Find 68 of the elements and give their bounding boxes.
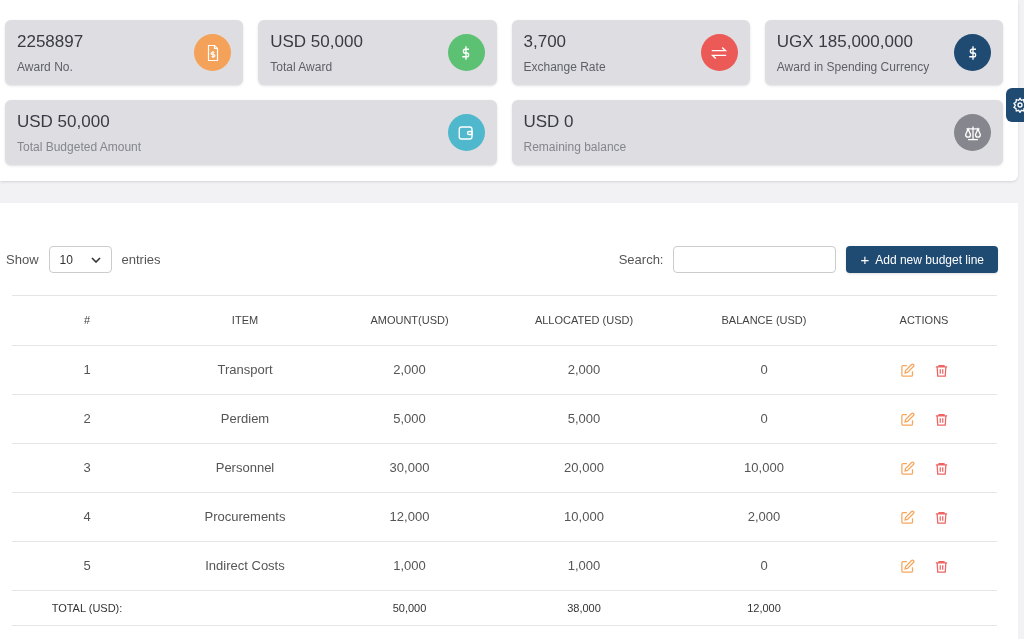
table-cell: 1 <box>12 345 162 395</box>
card-label: Total Budgeted Amount <box>17 138 142 156</box>
table-cell: 2 <box>12 394 162 444</box>
table-cell: Transport <box>162 345 328 395</box>
card-label: Award in Spending Currency <box>776 58 930 76</box>
card-value: USD 50,000 <box>17 111 111 134</box>
settings-tab[interactable] <box>1006 88 1024 122</box>
settings-icon <box>1012 97 1024 113</box>
column-header: AMOUNT(USD) <box>328 295 491 346</box>
card-label: Total Award <box>270 58 334 76</box>
total-cell: 12,000 <box>677 590 851 626</box>
search-field[interactable] <box>673 246 837 273</box>
table-cell: 2,000 <box>677 492 851 542</box>
entries-select[interactable]: 10 <box>48 246 112 273</box>
table-cell: 30,000 <box>328 443 491 493</box>
card-value: USD 50,000 <box>270 31 363 54</box>
delete-icon[interactable] <box>933 411 949 427</box>
column-header: ITEM <box>162 295 328 346</box>
table-cell: 3 <box>12 443 162 493</box>
table-cell: Personnel <box>162 443 328 493</box>
table-cell: 0 <box>677 394 851 444</box>
card-label: Exchange Rate <box>523 58 606 76</box>
table-cell: 1,000 <box>491 541 677 591</box>
table-cell: 12,000 <box>328 492 491 542</box>
delete-icon[interactable] <box>933 509 949 525</box>
entries-label: entries <box>121 250 161 269</box>
column-header: # <box>12 295 162 346</box>
edit-icon[interactable] <box>899 558 915 574</box>
total-cell: 38,000 <box>491 590 677 626</box>
delete-icon[interactable] <box>933 558 949 574</box>
total-cell: TOTAL (USD): <box>12 590 162 626</box>
column-header: ACTIONS <box>851 295 997 346</box>
edit-icon[interactable] <box>899 362 915 378</box>
search-label: Search: <box>618 250 664 269</box>
edit-icon[interactable] <box>899 460 915 476</box>
table-cell: 10,000 <box>677 443 851 493</box>
table-cell: Procurements <box>162 492 328 542</box>
balance-scale-icon <box>962 123 983 142</box>
table-cell: 2,000 <box>328 345 491 395</box>
column-header: ALLOCATED (USD) <box>491 295 677 346</box>
table-cell: 0 <box>677 541 851 591</box>
card-value: UGX 185,000,000 <box>776 31 914 54</box>
table-cell: 2,000 <box>491 345 677 395</box>
wallet-icon <box>457 123 475 142</box>
card-label: Remaining balance <box>523 138 627 156</box>
card-value: 3,700 <box>523 31 568 54</box>
table-cell: 5 <box>12 541 162 591</box>
table-cell: 4 <box>12 492 162 542</box>
table-cell: 1,000 <box>328 541 491 591</box>
total-cell: 50,000 <box>328 590 491 626</box>
show-label: Show <box>6 250 39 269</box>
table-cell: 5,000 <box>491 394 677 444</box>
edit-icon[interactable] <box>899 509 915 525</box>
table-cell: 5,000 <box>328 394 491 444</box>
table-cell: 0 <box>677 345 851 395</box>
delete-icon[interactable] <box>933 362 949 378</box>
table-cell: Indirect Costs <box>162 541 328 591</box>
table-cell: Perdiem <box>162 394 328 444</box>
card-value: USD 0 <box>523 111 575 134</box>
add-budget-line-button[interactable]: + Add new budget line <box>846 246 998 273</box>
column-header: BALANCE (USD) <box>677 295 851 346</box>
delete-icon[interactable] <box>933 460 949 476</box>
card-value: 2258897 <box>17 31 84 54</box>
table-cell: 10,000 <box>491 492 677 542</box>
card-label: Award No. <box>17 58 74 76</box>
table-cell: 20,000 <box>491 443 677 493</box>
edit-icon[interactable] <box>899 411 915 427</box>
chevron-icon <box>90 256 101 263</box>
